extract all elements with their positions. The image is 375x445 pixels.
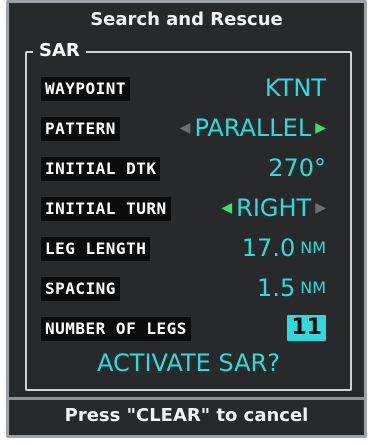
- pattern-left-arrow-icon: ◀: [179, 120, 191, 136]
- cancel-hint: Press "CLEAR" to cancel: [64, 405, 309, 426]
- number-of-legs-text: 11: [287, 315, 326, 341]
- field-row-initial-turn: INITIAL TURN ◀ RIGHT ▶: [27, 194, 350, 225]
- sar-fields-group: WAYPOINT KTNT PATTERN ◀ PARALLEL ▶ INITI…: [25, 51, 352, 391]
- sar-section-label: SAR: [33, 41, 86, 61]
- footer-divider: [9, 397, 364, 400]
- field-row-number-of-legs: NUMBER OF LEGS 11: [27, 315, 350, 345]
- spacing-label: SPACING: [41, 277, 120, 301]
- turn-left-arrow-icon: ◀: [221, 200, 233, 216]
- activate-sar-button[interactable]: ACTIVATE SAR?: [27, 349, 350, 377]
- field-row-waypoint: WAYPOINT KTNT: [27, 74, 350, 105]
- spacing-text: 1.5: [257, 274, 296, 302]
- sar-dialog: Search and Rescue WAYPOINT KTNT PATTERN …: [6, 0, 367, 438]
- field-row-pattern: PATTERN ◀ PARALLEL ▶: [27, 114, 350, 145]
- field-row-leg-length: LEG LENGTH 17.0 NM: [27, 234, 350, 265]
- dialog-title: Search and Rescue: [90, 9, 283, 30]
- initial-turn-text: RIGHT: [236, 194, 312, 222]
- initial-dtk-text: 270°: [268, 154, 326, 182]
- initial-turn-value[interactable]: ◀ RIGHT ▶: [221, 193, 326, 223]
- pattern-right-arrow-icon: ▶: [315, 120, 326, 136]
- leg-length-label: LEG LENGTH: [41, 237, 151, 261]
- turn-right-arrow-icon: ▶: [315, 200, 326, 216]
- waypoint-text: KTNT: [264, 74, 326, 102]
- field-row-spacing: SPACING 1.5 NM: [27, 274, 350, 305]
- number-of-legs-label: NUMBER OF LEGS: [41, 317, 191, 341]
- number-of-legs-value[interactable]: 11: [287, 313, 326, 343]
- field-row-initial-dtk: INITIAL DTK 270°: [27, 154, 350, 185]
- pattern-value[interactable]: ◀ PARALLEL ▶: [180, 113, 326, 143]
- initial-turn-label: INITIAL TURN: [41, 197, 171, 221]
- leg-length-value[interactable]: 17.0 NM: [242, 233, 326, 263]
- pattern-text: PARALLEL: [194, 114, 312, 142]
- waypoint-value[interactable]: KTNT: [265, 73, 326, 103]
- waypoint-label: WAYPOINT: [41, 77, 131, 101]
- pattern-label: PATTERN: [41, 117, 120, 141]
- leg-length-unit: NM: [300, 238, 326, 257]
- leg-length-text: 17.0: [241, 234, 296, 262]
- initial-dtk-value[interactable]: 270°: [268, 153, 326, 183]
- spacing-unit: NM: [300, 278, 326, 297]
- initial-dtk-label: INITIAL DTK: [41, 157, 161, 181]
- spacing-value[interactable]: 1.5 NM: [257, 273, 326, 303]
